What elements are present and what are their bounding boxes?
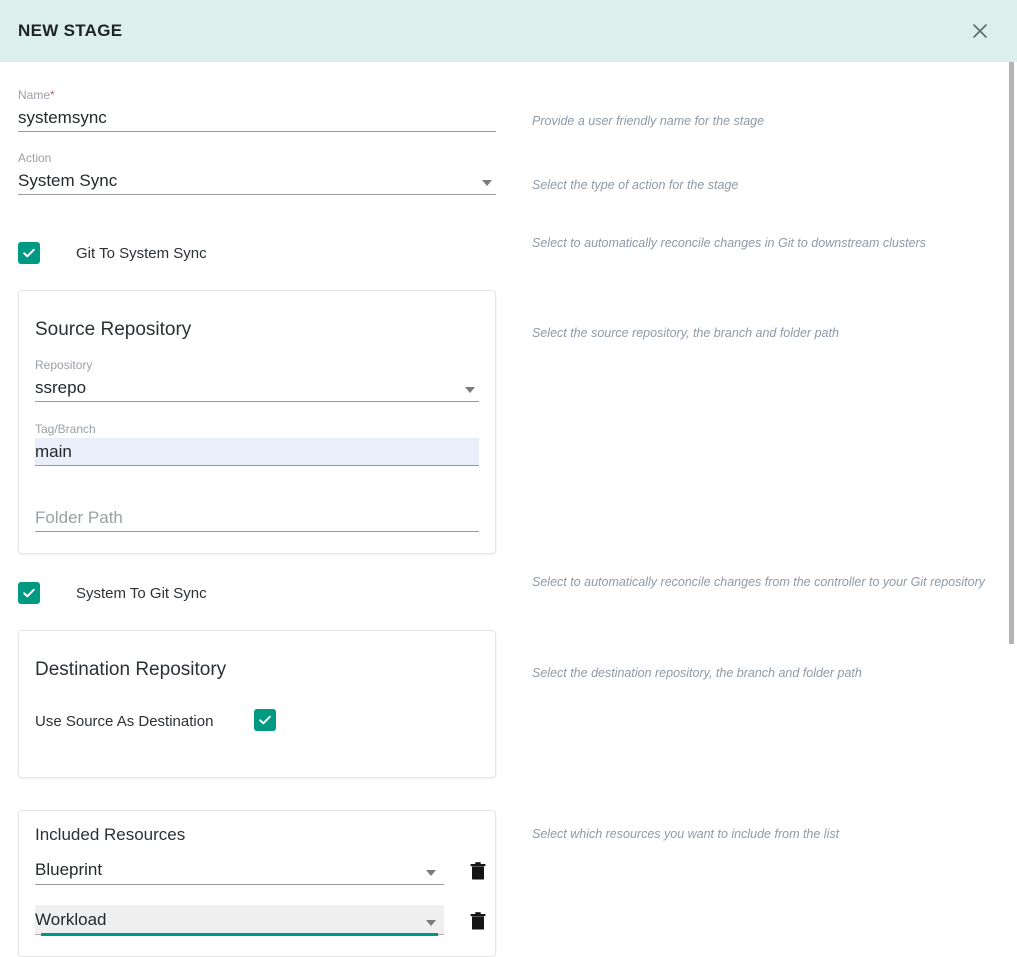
included-resources-hint: Select which resources you want to inclu…: [532, 827, 840, 841]
name-hint: Provide a user friendly name for the sta…: [532, 114, 765, 128]
name-input-row[interactable]: systemsync: [18, 104, 496, 132]
use-source-as-destination-label: Use Source As Destination: [35, 713, 214, 730]
folder-path-input-row[interactable]: Folder Path: [35, 504, 479, 532]
dialog-header: NEW STAGE: [0, 0, 1017, 62]
included-resource-value-0: Blueprint: [35, 860, 103, 879]
chevron-down-icon: [426, 920, 436, 926]
included-resource-value-1: Workload: [35, 910, 107, 929]
check-icon: [23, 248, 35, 258]
included-resource-select-1[interactable]: Workload: [35, 905, 444, 936]
trash-icon: [470, 862, 486, 880]
git-to-system-sync-label: Git To System Sync: [76, 244, 207, 262]
page-title: NEW STAGE: [18, 20, 123, 40]
destination-repository-title: Destination Repository: [35, 659, 227, 680]
included-resource-select-0[interactable]: Blueprint: [35, 855, 444, 885]
folder-path-field[interactable]: Folder Path: [35, 504, 479, 532]
delete-resource-button-1[interactable]: [466, 907, 490, 935]
dialog-body: Name* systemsync Action System Sync Git …: [0, 62, 1017, 957]
chevron-down-icon: [465, 387, 475, 393]
system-to-git-sync-hint: Select to automatically reconcile change…: [532, 575, 985, 589]
source-repository-label: Repository: [35, 358, 93, 372]
included-resource-row: Blueprint: [35, 855, 490, 885]
scrollbar-thumb[interactable]: [1009, 62, 1014, 644]
tag-branch-label: Tag/Branch: [35, 422, 96, 436]
delete-resource-button-0[interactable]: [466, 857, 490, 885]
new-stage-dialog: NEW STAGE Name* systemsync Action System…: [0, 0, 1017, 957]
tag-branch-input-row[interactable]: main: [35, 438, 479, 466]
check-icon: [23, 588, 35, 598]
source-repository-title: Source Repository: [35, 319, 192, 340]
chevron-down-icon: [482, 180, 492, 186]
git-to-system-sync-checkbox[interactable]: [18, 242, 40, 264]
close-icon: [973, 23, 987, 38]
included-resources-card: Included Resources Blueprint Workload: [18, 810, 496, 957]
included-resources-title: Included Resources: [35, 825, 186, 844]
action-field[interactable]: Action System Sync: [18, 151, 496, 195]
system-to-git-sync-checkbox[interactable]: [18, 582, 40, 604]
trash-icon: [470, 912, 486, 930]
destination-repository-hint: Select the destination repository, the b…: [532, 666, 862, 680]
scrollbar-track[interactable]: [1002, 62, 1017, 957]
included-resource-row: Workload: [35, 905, 490, 936]
close-button[interactable]: [965, 16, 995, 46]
action-selected-value: System Sync: [18, 171, 118, 190]
source-repository-field[interactable]: Repository ssrepo: [35, 358, 479, 402]
folder-path-input[interactable]: Folder Path: [35, 506, 479, 531]
name-field-label: Name*: [18, 88, 55, 102]
tag-branch-field[interactable]: Tag/Branch main: [35, 422, 479, 466]
git-to-system-sync-hint: Select to automatically reconcile change…: [532, 236, 926, 250]
git-to-system-sync-row[interactable]: Git To System Sync: [18, 242, 207, 264]
name-input[interactable]: systemsync: [18, 106, 496, 131]
system-to-git-sync-row[interactable]: System To Git Sync: [18, 582, 207, 604]
action-select[interactable]: System Sync: [18, 167, 496, 195]
check-icon: [259, 715, 271, 725]
source-repository-hint: Select the source repository, the branch…: [532, 326, 839, 340]
tag-branch-input[interactable]: main: [35, 440, 479, 465]
name-field[interactable]: Name* systemsync: [18, 88, 496, 132]
chevron-down-icon: [426, 870, 436, 876]
system-to-git-sync-label: System To Git Sync: [76, 584, 207, 602]
action-field-label: Action: [18, 151, 52, 165]
destination-repository-card: Destination Repository Use Source As Des…: [18, 630, 496, 778]
use-source-as-destination-checkbox[interactable]: [254, 709, 276, 731]
source-repository-value: ssrepo: [35, 378, 87, 397]
source-repository-card: Source Repository Repository ssrepo Tag/…: [18, 290, 496, 554]
source-repository-select[interactable]: ssrepo: [35, 374, 479, 402]
action-hint: Select the type of action for the stage: [532, 178, 739, 192]
